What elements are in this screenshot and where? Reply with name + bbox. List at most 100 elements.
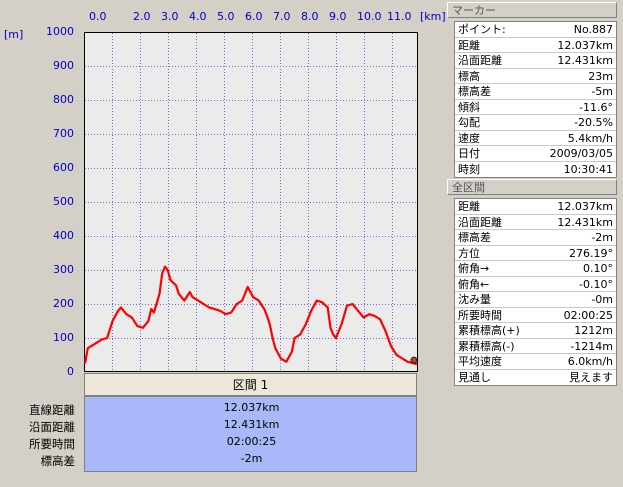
marker-header: マーカー [447,2,617,18]
section-value: 02:00:25 [226,435,277,448]
total-label: 累積標高(+) [458,324,520,337]
y-tick-label: 1000 [46,25,74,38]
marker-table: ポイント: No.887 距離 12.037km 沿面距離 12.431km 標高 23m 標高… [454,21,617,178]
total-value: 6.0km/h [567,355,613,368]
total-value: -0m [591,293,613,306]
marker-row: 時刻 10:30:41 [455,162,616,178]
marker-label: 傾斜 [458,100,480,114]
section-1-button[interactable]: 区間 1 [84,373,417,396]
total-row: 俯角→ 0.10° [455,261,616,277]
total-value: 02:00:25 [563,308,613,322]
y-tick-label: 600 [53,161,74,174]
marker-row: 距離 12.037km [455,38,616,53]
marker-row: ポイント: No.887 [455,22,616,38]
y-tick-label: 300 [53,263,74,276]
marker-row: 傾斜 -11.6° [455,100,616,115]
x-tick-label: 7.0 [273,10,291,23]
marker-value: 10:30:41 [563,162,613,176]
total-row: 沿面距離 12.431km [455,215,616,230]
marker-label: 速度 [458,131,480,145]
y-tick-label: 200 [53,297,74,310]
total-value: -1214m [570,339,613,353]
total-header: 全区間 [447,179,617,195]
total-label: 沿面距離 [458,215,502,229]
marker-label: 時刻 [458,162,480,176]
marker-value: 12.431km [557,54,613,67]
total-row: 平均速度 6.0km/h [455,354,616,370]
section-label: 直線距離 [29,403,75,417]
section-value: -2m [240,452,263,465]
x-tick-label: 5.0 [217,10,235,23]
total-row: 沈み量 -0m [455,292,616,308]
marker-value: -20.5% [574,116,613,129]
marker-value: -11.6° [579,100,613,114]
section-value: 12.431km [223,418,280,431]
marker-row: 沿面距離 12.431km [455,53,616,69]
total-label: 見通し [458,370,491,384]
total-label: 標高差 [458,231,491,244]
x-tick-label: 6.0 [245,10,263,23]
total-value: 0.10° [583,262,613,275]
x-tick-label: 0.0 [89,10,107,23]
total-value: 1212m [574,324,613,337]
total-label: 所要時間 [458,308,502,322]
total-row: 標高差 -2m [455,230,616,246]
marker-label: ポイント: [458,23,506,36]
y-tick-label: 900 [53,59,74,72]
x-tick-label: 9.0 [329,10,347,23]
x-tick-label: 2.0 [133,10,151,23]
total-label: 累積標高(-) [458,339,515,353]
y-tick-label: 400 [53,229,74,242]
section-label: 所要時間 [29,437,75,451]
x-unit-label: [km] [420,10,446,23]
total-label: 方位 [458,246,480,260]
marker-row: 日付 2009/03/05 [455,146,616,162]
marker-label: 距離 [458,38,480,52]
marker-row: 速度 5.4km/h [455,131,616,146]
section-label: 標高差 [40,454,76,468]
total-row: 俯角← -0.10° [455,277,616,292]
y-unit-label: [m] [4,28,24,41]
x-tick-label: 10.0 [357,10,382,23]
position-marker-icon[interactable] [410,356,418,364]
total-value: 12.431km [557,215,613,229]
section-summary: 12.037km 12.431km 02:00:25 -2m [84,396,417,472]
total-row: 見通し 見えます [455,370,616,386]
marker-row: 標高 23m [455,69,616,84]
total-label: 俯角→ [458,262,490,275]
total-value: 276.19° [569,246,613,260]
marker-label: 標高 [458,69,480,83]
x-tick-label: 8.0 [301,10,319,23]
total-row: 累積標高(-) -1214m [455,339,616,354]
marker-label: 勾配 [458,116,480,129]
total-table: 距離 12.037km 沿面距離 12.431km 標高差 -2m 方位 276.19° 俯角→… [454,198,617,386]
total-value: -2m [591,231,613,244]
y-tick-label: 100 [53,331,74,344]
total-label: 沈み量 [458,293,491,306]
marker-value: 2009/03/05 [549,147,613,160]
x-tick-label: 3.0 [161,10,179,23]
y-tick-label: 800 [53,93,74,106]
marker-value: 12.037km [557,38,613,52]
total-row: 距離 12.037km [455,199,616,215]
total-value: 見えます [569,370,613,384]
total-value: 12.037km [557,200,613,213]
marker-label: 標高差 [458,85,491,98]
elevation-chart[interactable] [84,32,418,372]
y-tick-label: 700 [53,127,74,140]
marker-label: 日付 [458,147,480,160]
marker-value: -5m [591,85,613,98]
marker-row: 標高差 -5m [455,84,616,100]
total-row: 所要時間 02:00:25 [455,308,616,323]
x-tick-label: 4.0 [189,10,207,23]
total-label: 俯角← [458,277,490,291]
y-tick-label: 0 [67,365,74,378]
marker-label: 沿面距離 [458,54,502,67]
section-value: 12.037km [223,401,280,414]
total-row: 累積標高(+) 1212m [455,323,616,339]
section-label: 沿面距離 [29,420,75,434]
marker-row: 勾配 -20.5% [455,115,616,131]
total-row: 方位 276.19° [455,246,616,261]
total-value: -0.10° [579,277,613,291]
x-tick-label: 11.0 [387,10,412,23]
